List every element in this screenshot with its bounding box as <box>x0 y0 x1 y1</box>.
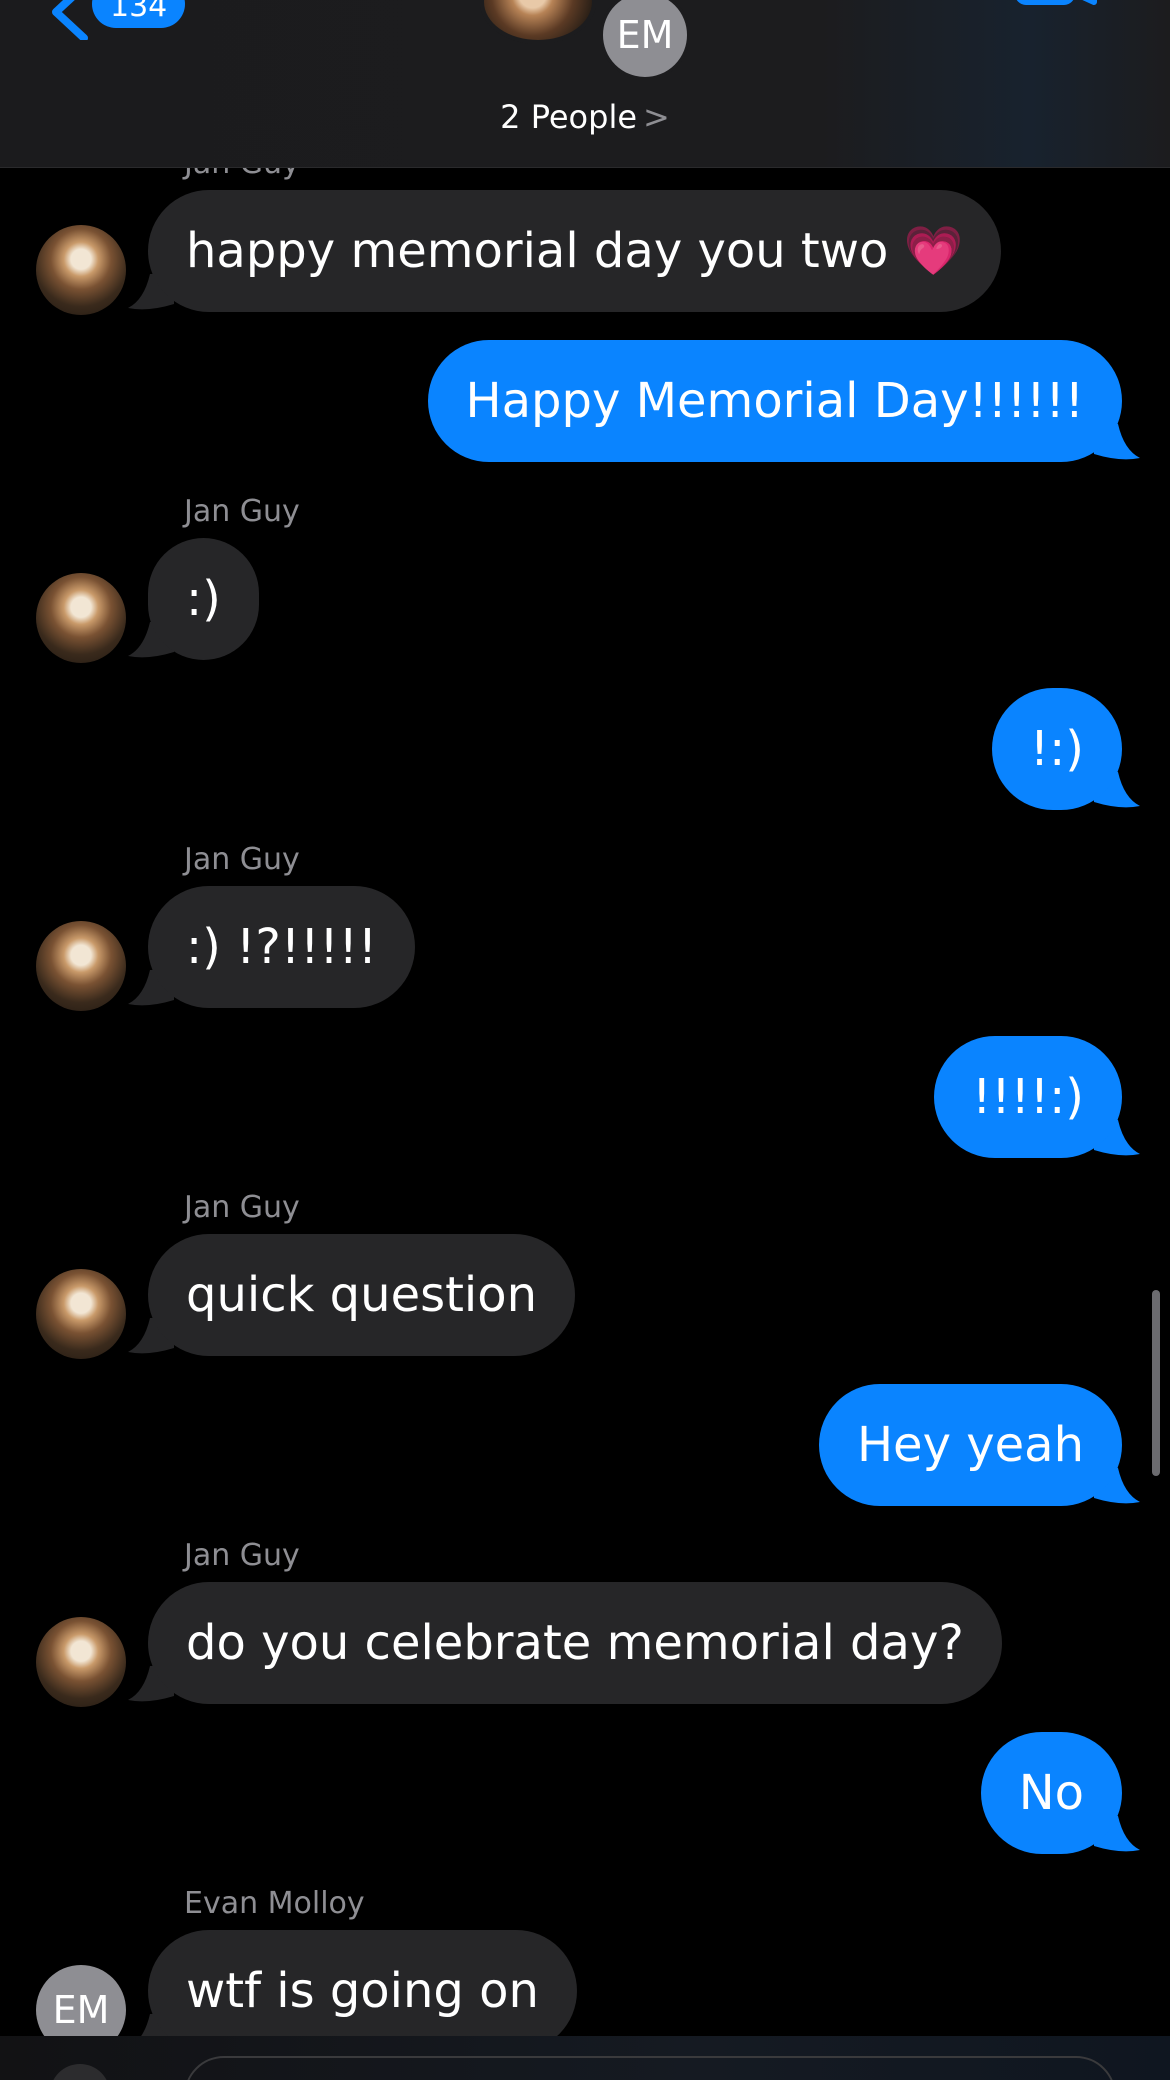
outgoing-message-bubble[interactable]: No <box>980 1732 1122 1854</box>
scrollbar[interactable] <box>1152 1290 1160 1476</box>
incoming-message-bubble[interactable]: wtf is going on <box>148 1930 577 2052</box>
conversation-header: 134 EM 2 People > <box>0 0 1170 168</box>
people-details-link[interactable]: 2 People > <box>0 98 1170 136</box>
group-avatar-photo[interactable] <box>480 0 596 44</box>
contact-avatar[interactable] <box>36 921 126 1011</box>
contact-avatar[interactable] <box>36 1617 126 1707</box>
sender-label: Jan Guy <box>184 1190 300 1225</box>
incoming-message-bubble[interactable]: quick question <box>148 1234 576 1356</box>
sender-label: Evan Molloy <box>184 1886 365 1921</box>
outgoing-message-bubble[interactable]: Happy Memorial Day!!!!!! <box>427 340 1122 462</box>
incoming-message-bubble[interactable]: happy memorial day you two 💗 <box>148 190 1002 312</box>
outgoing-message-bubble[interactable]: !:) <box>991 688 1122 810</box>
outgoing-message-bubble[interactable]: Hey yeah <box>818 1384 1122 1506</box>
message-input[interactable] <box>184 2056 1116 2080</box>
incoming-message-bubble[interactable]: do you celebrate memorial day? <box>148 1582 1002 1704</box>
group-avatar-initials[interactable]: EM <box>600 0 690 80</box>
sender-label: Jan Guy <box>184 842 300 877</box>
contact-avatar[interactable] <box>36 573 126 663</box>
back-chevron-icon[interactable] <box>40 0 100 40</box>
contact-avatar[interactable] <box>36 1269 126 1359</box>
sender-label: Jan Guy <box>184 494 300 529</box>
video-call-icon[interactable] <box>1014 0 1098 26</box>
unread-count-badge[interactable]: 134 <box>92 0 186 28</box>
outgoing-message-bubble[interactable]: !!!!:) <box>934 1036 1122 1158</box>
incoming-message-bubble[interactable]: :) !?!!!!! <box>148 886 416 1008</box>
people-label: 2 People <box>500 98 638 136</box>
incoming-message-bubble[interactable]: :) <box>148 538 259 660</box>
chevron-right-icon: > <box>643 98 670 136</box>
sender-label: Jan Guy <box>184 1538 300 1573</box>
contact-avatar[interactable] <box>36 225 126 315</box>
